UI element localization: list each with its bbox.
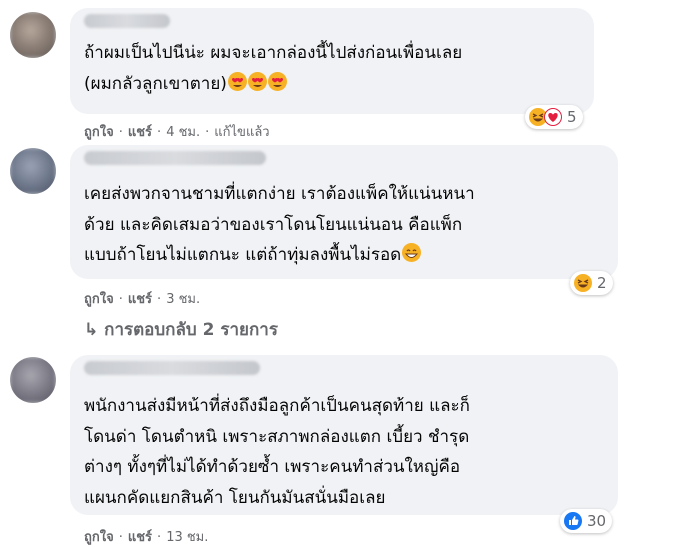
avatar-image [10,148,56,194]
heart-eyes-icon [247,71,267,91]
like-link[interactable]: ถูกใจ [84,125,114,140]
comment-author[interactable] [84,151,266,165]
separator: · [205,125,210,140]
separator: · [157,530,162,545]
reaction-count: 5 [567,108,577,126]
comment-actions: ถูกใจ · แชร์ · 13 ชม. [84,526,208,547]
comment-time[interactable]: 3 ชม. [166,292,200,307]
comment-author[interactable] [84,14,170,28]
like-link[interactable]: ถูกใจ [84,292,114,307]
reaction-summary[interactable]: 30 [560,509,613,533]
view-replies-link[interactable]: ↳ การตอบกลับ 2 รายการ [84,316,278,343]
comment-avatar[interactable] [10,357,56,403]
avatar-image [10,12,56,58]
grin-icon [402,243,422,262]
share-link[interactable]: แชร์ [128,125,152,140]
heart-eyes-icon [267,71,287,91]
reaction-count: 30 [587,512,607,530]
comment-text: เคยส่งพวกจานชามที่แตกง่าย เราต้องแพ็คให้… [84,184,475,265]
reaction-count: 2 [597,274,607,292]
comment-actions: ถูกใจ · แชร์ · 3 ชม. [84,288,200,309]
haha-icon [574,274,592,292]
like-icon [564,512,582,530]
comment-text: พนักงานส่งมีหน้าที่ส่งถึงมือลูกค้าเป็นคน… [84,396,470,508]
avatar-image [10,357,56,403]
comment-text: ถ้าผมเป็นไปนีน่ะ ผมจะเอากล่องนี้ไปส่งก่อ… [84,43,463,94]
comment-time[interactable]: 13 ชม. [166,530,208,545]
reaction-summary[interactable]: 2 [570,271,613,295]
separator: · [118,125,123,140]
comment-author[interactable] [84,361,260,375]
separator: · [118,530,123,545]
like-link[interactable]: ถูกใจ [84,530,114,545]
comment-avatar[interactable] [10,148,56,194]
share-link[interactable]: แชร์ [128,530,152,545]
comment-time[interactable]: 4 ชม. [166,125,200,140]
comment-avatar[interactable] [10,12,56,58]
love-icon [544,108,562,126]
separator: · [118,292,123,307]
comment-bubble: เคยส่งพวกจานชามที่แตกง่าย เราต้องแพ็คให้… [70,145,618,279]
edited-label[interactable]: แก้ไขแล้ว [214,125,269,140]
separator: · [157,292,162,307]
comment-actions: ถูกใจ · แชร์ · 4 ชม. · แก้ไขแล้ว [84,121,270,142]
reaction-summary[interactable]: 5 [525,105,583,129]
share-link[interactable]: แชร์ [128,292,152,307]
comment-bubble: พนักงานส่งมีหน้าที่ส่งถึงมือลูกค้าเป็นคน… [70,355,618,515]
heart-eyes-icon [227,71,247,91]
comment-bubble: ถ้าผมเป็นไปนีน่ะ ผมจะเอากล่องนี้ไปส่งก่อ… [70,8,594,114]
separator: · [157,125,162,140]
